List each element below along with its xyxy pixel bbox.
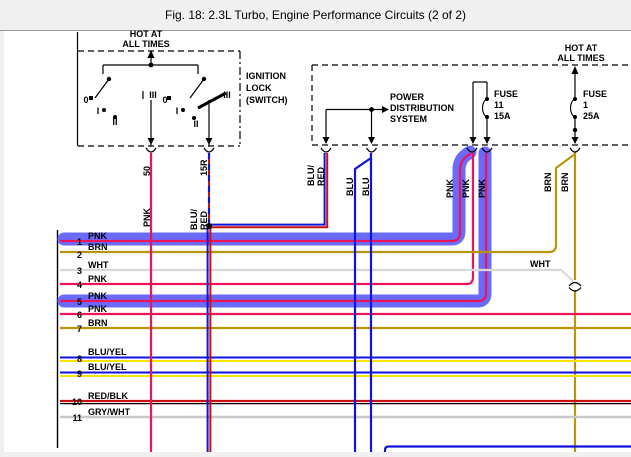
diagram-viewer-window: Fig. 18: 2.3L Turbo, Engine Performance … (0, 0, 631, 457)
row-label: WHT (88, 260, 109, 270)
pin-number: 2 (77, 250, 82, 260)
fuse1-dot-bottom (573, 115, 577, 119)
wire-label-blu: BLU (361, 178, 371, 197)
pin-number: 11 (72, 413, 82, 423)
fuse1-junction-dot (573, 128, 577, 132)
pin-number: 6 (77, 310, 82, 320)
wire-label-wht: WHT (530, 259, 551, 269)
ignition-name-2: LOCK (246, 83, 272, 93)
right-switch-terminal-0 (167, 96, 171, 100)
junction-dot (149, 63, 154, 68)
wire-label-brn: BRN (543, 173, 553, 193)
wire-label-pnk: PNK (461, 178, 471, 198)
row-label: GRY/WHT (88, 407, 131, 417)
right-pos-2: II (193, 119, 198, 129)
pin-number: 9 (77, 369, 82, 379)
pin-number: 5 (77, 297, 82, 307)
row-label: BLU/YEL (88, 347, 127, 357)
power-hotat-1: HOT AT (565, 43, 598, 53)
fuse11-name: FUSE (494, 89, 518, 99)
row-label: PNK (88, 231, 108, 241)
left-switch-terminal-0 (89, 96, 93, 100)
left-pos-1: I (97, 106, 100, 116)
right-pos-1: I (176, 106, 179, 116)
terminal-label-15r: 15R (199, 159, 209, 176)
row-label: PNK (88, 291, 108, 301)
row-label: RED/BLK (88, 391, 128, 401)
wiring-diagram-canvas: HOT AT ALL TIMES 0 I II III 0 I II III I… (0, 0, 631, 457)
power-hotat-2: ALL TIMES (557, 53, 604, 63)
power-label-3: SYSTEM (390, 114, 427, 124)
wire-label-blured-2: RED (199, 210, 209, 230)
fuse11-dot-bottom (485, 115, 489, 119)
ignition-hotat-2: ALL TIMES (122, 39, 169, 49)
wire-label-blured-1: BLU/ (189, 209, 199, 230)
pin-number: 8 (77, 354, 82, 364)
window-bottom-edge (0, 452, 631, 457)
terminal-label-50: 50 (142, 166, 152, 176)
right-switch-terminal-1 (181, 108, 185, 112)
fuse11-rating: 15A (494, 111, 511, 121)
left-pos-2: II (112, 117, 117, 127)
window-left-edge (0, 31, 4, 457)
left-pos-0: 0 (83, 95, 88, 105)
pin-number: 3 (77, 266, 82, 276)
fuse11-dot-top (485, 97, 489, 101)
left-switch-terminal-1 (102, 108, 106, 112)
fuse1-name: FUSE (583, 89, 607, 99)
right-pos-3: III (223, 90, 231, 100)
wire-label-pnk: PNK (142, 207, 152, 227)
wire-label-pnk: PNK (445, 178, 455, 198)
left-pos-3: III (149, 90, 157, 100)
row-label: BRN (88, 318, 108, 328)
fuse1-number: 1 (583, 100, 588, 110)
ignition-name-3: (SWITCH) (246, 95, 288, 105)
row-label: PNK (88, 274, 108, 284)
row-label: PNK (88, 304, 108, 314)
wire-label-pnk: PNK (477, 178, 487, 198)
pin-number: 10 (72, 397, 82, 407)
pin-number: 1 (77, 237, 82, 247)
right-pos-0: 0 (162, 95, 167, 105)
fuse11-number: 11 (494, 100, 504, 110)
row-label: BRN (88, 242, 108, 252)
wire-label-blured-1: BLU/ (306, 165, 316, 186)
pin-number: 4 (77, 280, 82, 290)
power-label-2: DISTRIBUTION (390, 103, 454, 113)
pin-number: 7 (77, 324, 82, 334)
fuse1-rating: 25A (583, 111, 600, 121)
fuse1-dot-top (573, 97, 577, 101)
wire-label-blu: BLU (345, 178, 355, 197)
wire-label-brn: BRN (560, 173, 570, 193)
ignition-name-1: IGNITION (246, 71, 286, 81)
wire-label-blured-2: RED (316, 166, 326, 186)
power-label-1: POWER (390, 92, 425, 102)
ignition-hotat-1: HOT AT (130, 29, 163, 39)
row-label: BLU/YEL (88, 362, 127, 372)
